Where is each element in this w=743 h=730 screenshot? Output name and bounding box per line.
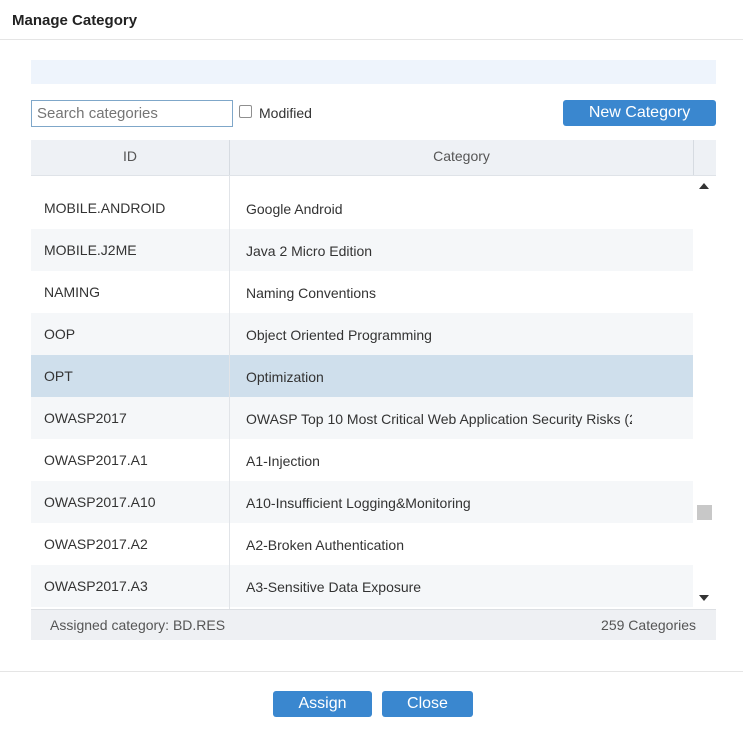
cell-category: A2-Broken Authentication [246,537,404,553]
column-header-id[interactable]: ID [31,140,229,175]
cell-id: OPT [44,368,73,384]
table-row[interactable]: OWASP2017.A10 A10-Insufficient Logging&Mo… [31,481,693,523]
cell-category: A10-Insufficient Logging&Monitoring [246,495,471,511]
assigned-category-text: Assigned category: BD.RES [50,617,226,633]
new-category-button[interactable]: New Category [563,100,716,126]
column-divider [693,140,694,175]
table-row[interactable]: NAMING Naming Conventions [31,271,693,313]
table-row[interactable]: OWASP2017.A1 A1-Injection [31,439,693,481]
cell-category: Optimization [246,369,324,385]
close-button[interactable]: Close [382,691,473,717]
cell-category: Object Oriented Programming [246,327,432,343]
search-input[interactable] [31,100,233,127]
category-count: 259 Categories [601,617,696,633]
table-row[interactable]: OWASP2017 OWASP Top 10 Most Critical Web … [31,397,693,439]
cell-id: OWASP2017.A10 [44,494,156,510]
grid-header: ID Category [31,140,716,176]
modified-checkbox[interactable] [239,105,252,118]
scroll-up-icon[interactable] [699,183,709,189]
table-row[interactable]: OWASP2017.A3 A3-Sensitive Data Exposure [31,565,693,607]
cell-id: OWASP2017.A1 [44,452,148,468]
dialog-title: Manage Category [12,12,138,29]
cell-category: Google Android [246,201,343,217]
assign-button[interactable]: Assign [273,691,372,717]
cell-id: NAMING [44,284,100,300]
scroll-thumb[interactable] [697,504,712,520]
cell-id: OOP [44,326,76,342]
column-divider [229,176,230,609]
table-row[interactable]: OWASP2017.A2 A2-Broken Authentication [31,523,693,565]
grid-footer: Assigned category: BD.RES 259 Categories [31,609,716,640]
cell-category: Naming Conventions [246,285,376,301]
table-row[interactable]: MOBILE.ANDROID Google Android [31,187,693,229]
cell-id: OWASP2017.A3 [44,578,148,594]
grid-rows: MOBILE.ANDROID Google Android MOBILE.J2ME J… [31,187,693,607]
cell-id: OWASP2017.A2 [44,536,148,552]
title-divider [0,39,743,40]
cell-id: OWASP2017 [44,410,127,426]
table-row[interactable]: OOP Object Oriented Programming [31,313,693,355]
vertical-scrollbar[interactable] [693,176,716,609]
table-row[interactable]: OPT Optimization [31,355,693,397]
cell-id: MOBILE.ANDROID [44,200,166,216]
cell-category: OWASP Top 10 Most Critical Web Applicati… [246,411,632,427]
cell-category: Java 2 Micro Edition [246,243,373,259]
modified-label: Modified [259,105,312,121]
cell-id: MOBILE.J2ME [44,242,137,258]
footer-divider [0,671,743,672]
scroll-down-icon[interactable] [699,595,709,601]
grid-body: MOBILE.ANDROID Google Android MOBILE.J2ME J… [31,176,693,609]
cell-category: A1-Injection [246,453,320,469]
column-header-category[interactable]: Category [230,140,693,175]
info-bar [31,60,716,84]
cell-category: A3-Sensitive Data Exposure [246,579,422,595]
table-row[interactable]: MOBILE.J2ME Java 2 Micro Edition [31,229,693,271]
